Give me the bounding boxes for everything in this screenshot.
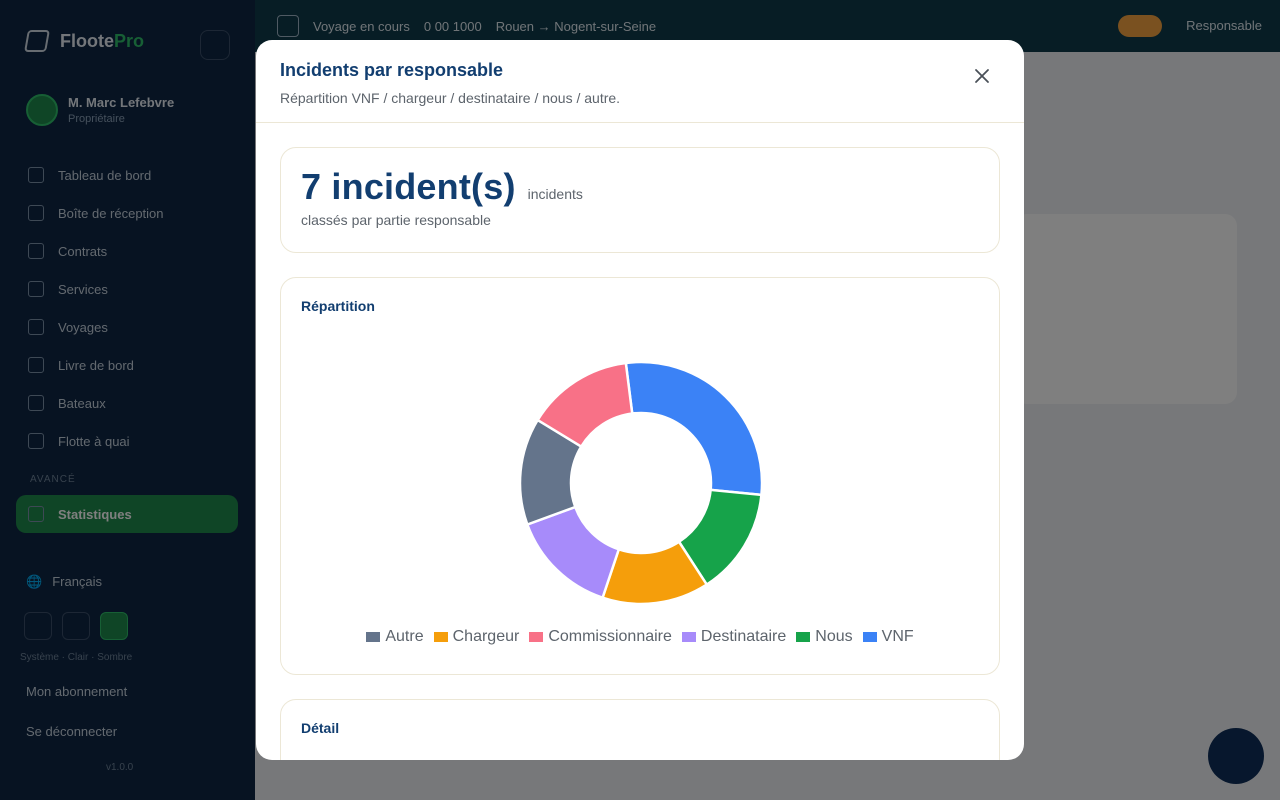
incident-unit: incidents <box>527 186 583 202</box>
legend-item-chargeur[interactable]: Chargeur <box>433 628 520 646</box>
modal-subtitle: Répartition VNF / chargeur / destinatair… <box>280 90 621 106</box>
close-icon <box>975 69 989 83</box>
detail-title: Détail <box>301 720 340 736</box>
legend-swatch <box>796 632 811 642</box>
legend-swatch <box>681 632 696 642</box>
legend-swatch <box>433 632 448 642</box>
slice-vnf[interactable] <box>624 360 764 497</box>
legend-label: Nous <box>815 628 853 645</box>
legend-label: Destinataire <box>700 628 787 645</box>
modal-title: Incidents par responsable <box>280 60 504 80</box>
legend-swatch <box>862 632 877 642</box>
legend-item-vnf[interactable]: VNF <box>862 628 914 646</box>
modal-header: Incidents par responsable Répartition VN… <box>256 40 1024 123</box>
chart-legend: Autre Chargeur Commissionnaire Destinataire… <box>281 628 999 646</box>
legend-item-nous[interactable]: Nous <box>796 628 853 646</box>
donut-chart <box>518 360 764 606</box>
legend-label: VNF <box>881 628 914 645</box>
summary-caption: classés par partie responsable <box>301 212 491 228</box>
modal-body: 7 incident(s) incidents classés par part… <box>256 123 1024 760</box>
close-button[interactable] <box>970 64 994 88</box>
legend-label: Commissionnaire <box>548 628 672 645</box>
summary-card: 7 incident(s) incidents classés par part… <box>280 147 1000 253</box>
distribution-card: Répartition Autre Chargeur Commissionnaire… <box>280 277 1000 675</box>
distribution-title: Répartition <box>301 298 375 314</box>
detail-card: Détail <box>280 699 1000 760</box>
legend-swatch <box>366 632 381 642</box>
legend-item-destinataire[interactable]: Destinataire <box>681 628 787 646</box>
legend-swatch <box>529 632 544 642</box>
legend-item-autre[interactable]: Autre <box>366 628 424 646</box>
incidents-modal: Incidents par responsable Répartition VN… <box>256 40 1024 760</box>
incident-count: 7 incident(s) <box>301 166 516 207</box>
legend-item-commissionnaire[interactable]: Commissionnaire <box>529 628 672 646</box>
legend-label: Autre <box>385 628 424 645</box>
legend-label: Chargeur <box>452 628 520 645</box>
